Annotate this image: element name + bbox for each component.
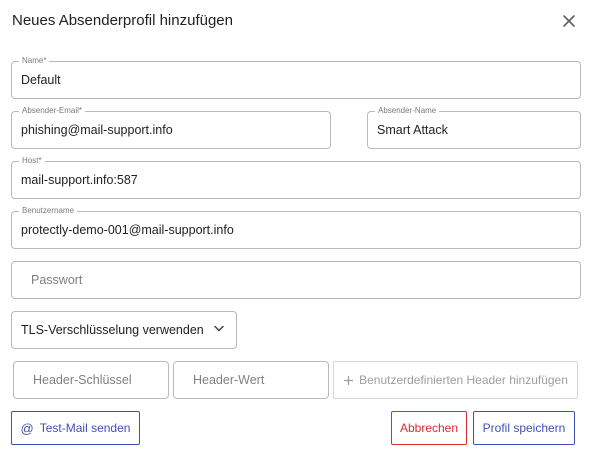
tls-select-value: TLS-Verschlüsselung verwenden [21,323,204,337]
sender-name-value: Smart Attack [377,123,448,137]
save-label: Profil speichern [482,421,566,435]
dialog-title: Neues Absenderprofil hinzufügen [12,12,233,29]
host-field[interactable]: Host* mail-support.info:587 [11,156,581,199]
sender-email-value: phishing@mail-support.info [21,123,173,137]
password-field-wrapper [11,261,581,299]
password-input[interactable] [12,262,580,298]
chevron-down-icon [214,325,224,332]
at-icon: @ [20,420,34,436]
close-icon[interactable] [560,12,578,30]
cancel-label: Abbrechen [399,421,459,435]
cancel-button[interactable]: Abbrechen [391,411,467,445]
host-value: mail-support.info:587 [21,173,138,187]
save-profile-button[interactable]: Profil speichern [473,411,575,445]
header-key-input[interactable] [14,362,168,398]
username-value: protectly-demo-001@mail-support.info [21,223,234,237]
username-field[interactable]: Benutzername protectly-demo-001@mail-sup… [11,206,581,249]
header-key-field [13,361,169,399]
sender-email-field[interactable]: Absender-Email* phishing@mail-support.in… [11,106,331,149]
tls-select[interactable]: TLS-Verschlüsselung verwenden [11,311,237,349]
add-header-button[interactable]: Benutzerdefinierten Header hinzufügen [333,361,578,399]
sender-name-field[interactable]: Absender-Name Smart Attack [367,106,581,149]
plus-icon [344,375,354,385]
header-value-field [173,361,329,399]
test-mail-button[interactable]: @ Test-Mail senden [11,411,140,445]
name-field[interactable]: Name* Default [11,56,581,99]
test-mail-label: Test-Mail senden [39,421,131,435]
name-value: Default [21,73,61,87]
add-header-label: Benutzerdefinierten Header hinzufügen [359,373,568,387]
header-value-input[interactable] [174,362,328,398]
